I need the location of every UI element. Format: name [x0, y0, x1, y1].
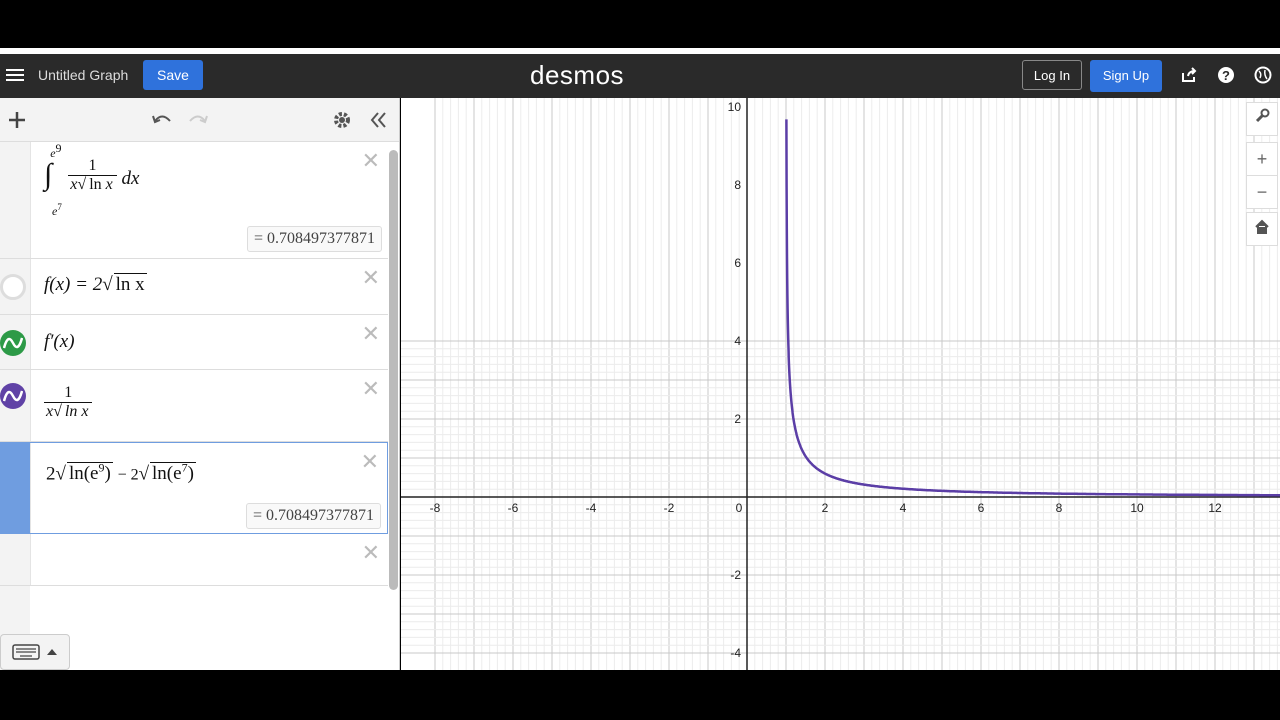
derivative-expression[interactable]: f′(x) — [44, 331, 75, 353]
globe-icon[interactable] — [1253, 66, 1273, 86]
radicand: ln x — [113, 273, 147, 295]
expression-list-panel: ∫e9 e7 1 x√ ln x dx ✕ = 0.708497377871 f(x… — [0, 98, 400, 670]
gear-icon[interactable] — [330, 108, 354, 132]
save-button[interactable]: Save — [143, 60, 203, 90]
x-tick-label: 2 — [822, 501, 829, 515]
redo-icon[interactable] — [186, 108, 210, 132]
scrollbar[interactable] — [389, 150, 398, 590]
denominator-radicand: ln x — [62, 402, 91, 420]
wrench-icon[interactable] — [1246, 102, 1278, 136]
evaluation-result: = 0.708497377871 — [245, 503, 381, 529]
bottom-black-bar — [0, 670, 1280, 720]
y-tick-label: -4 — [730, 646, 741, 660]
visibility-toggle-icon[interactable] — [0, 274, 26, 300]
expression-item-5[interactable]: 2√ ln(e9) − 2√ ln(e7) ✕ = 0.708497377871 — [0, 442, 388, 534]
x-tick-label: 0 — [736, 501, 743, 515]
delete-expression-icon[interactable]: ✕ — [362, 378, 380, 400]
fraction-expression[interactable]: 1 x√ ln x — [44, 384, 93, 421]
svg-text:?: ? — [1222, 68, 1230, 83]
x-tick-label: -6 — [508, 501, 519, 515]
keyboard-toggle[interactable] — [0, 634, 70, 670]
y-tick-label: 4 — [734, 334, 741, 348]
y-tick-label: -2 — [730, 568, 741, 582]
menu-icon[interactable] — [6, 66, 24, 84]
x-tick-label: 10 — [1130, 501, 1144, 515]
evaluation-result: = 0.708497377871 — [246, 226, 382, 252]
numerator: 1 — [44, 384, 93, 403]
x-tick-label: -8 — [430, 501, 441, 515]
y-tick-label: 10 — [728, 100, 742, 114]
expression-gutter[interactable] — [0, 534, 31, 585]
desmos-logo: desmos — [530, 60, 625, 90]
x-tick-label: -4 — [586, 501, 597, 515]
collapse-icon[interactable] — [366, 108, 390, 132]
x-tick-label: 4 — [900, 501, 907, 515]
graph-paper[interactable]: -8 -6 -4 -2 0 2 4 6 8 10 12 10 8 6 4 2 -2 -4 — [401, 98, 1280, 670]
expression-item-2[interactable]: f(x) = 2√ ln x ✕ — [0, 259, 388, 315]
x-tick-label: 8 — [1056, 501, 1063, 515]
graph-title[interactable]: Untitled Graph — [38, 67, 128, 83]
help-icon[interactable]: ? — [1216, 66, 1236, 86]
expression-item-3[interactable]: f′(x) ✕ — [0, 315, 388, 370]
x-tick-label: -2 — [664, 501, 675, 515]
y-tick-label: 8 — [734, 178, 741, 192]
undo-icon[interactable] — [150, 108, 174, 132]
delete-expression-icon[interactable]: ✕ — [362, 267, 380, 289]
exponent-a: 9 — [98, 461, 105, 475]
expression-item-6[interactable]: ✕ — [0, 534, 388, 586]
app-header: Untitled Graph Save desmos Log In Sign U… — [0, 54, 1280, 98]
exponent-b: 7 — [181, 461, 188, 475]
coefficient: 2 — [46, 463, 56, 485]
graph-canvas[interactable]: -8 -6 -4 -2 0 2 4 6 8 10 12 10 8 6 4 2 -2 -4 — [401, 98, 1280, 670]
home-icon[interactable] — [1246, 212, 1278, 246]
expression-item-1[interactable]: ∫e9 e7 1 x√ ln x dx ✕ = 0.708497377871 — [0, 141, 388, 259]
denominator-x: x — [46, 403, 54, 420]
graph-color-toggle-icon[interactable] — [0, 383, 26, 409]
delete-expression-icon[interactable]: ✕ — [362, 542, 380, 564]
graph-color-toggle-icon[interactable] — [0, 330, 26, 356]
y-tick-label: 2 — [734, 412, 741, 426]
zoom-out-icon[interactable]: − — [1246, 175, 1278, 209]
delete-expression-icon[interactable]: ✕ — [362, 323, 380, 345]
integral-expression[interactable]: ∫e9 e7 1 x√ ln x dx — [44, 141, 139, 218]
share-icon[interactable] — [1179, 66, 1199, 86]
minus-term: − 2 — [117, 466, 139, 484]
delete-expression-icon[interactable]: ✕ — [361, 451, 379, 473]
zoom-in-icon[interactable]: + — [1246, 142, 1278, 176]
x-tick-label: 12 — [1208, 501, 1222, 515]
function-lhs: f(x) = 2 — [44, 274, 103, 295]
expression-item-4[interactable]: 1 x√ ln x ✕ — [0, 370, 388, 442]
y-tick-label: 6 — [734, 256, 741, 270]
function-curve — [785, 119, 1280, 497]
delete-expression-icon[interactable]: ✕ — [362, 150, 380, 172]
x-tick-label: 6 — [978, 501, 985, 515]
expression-toolbar — [0, 98, 399, 142]
expression-gutter[interactable] — [0, 142, 31, 258]
add-icon[interactable] — [5, 108, 29, 132]
function-definition[interactable]: f(x) = 2√ ln x — [44, 273, 147, 296]
radicand-b: ln(e — [152, 463, 182, 485]
expression-gutter[interactable] — [0, 443, 31, 533]
radicand-a: ln(e — [68, 463, 99, 485]
signup-button[interactable]: Sign Up — [1090, 60, 1162, 92]
difference-expression[interactable]: 2√ ln(e9) − 2√ ln(e7) — [46, 461, 196, 485]
login-button[interactable]: Log In — [1022, 60, 1082, 90]
